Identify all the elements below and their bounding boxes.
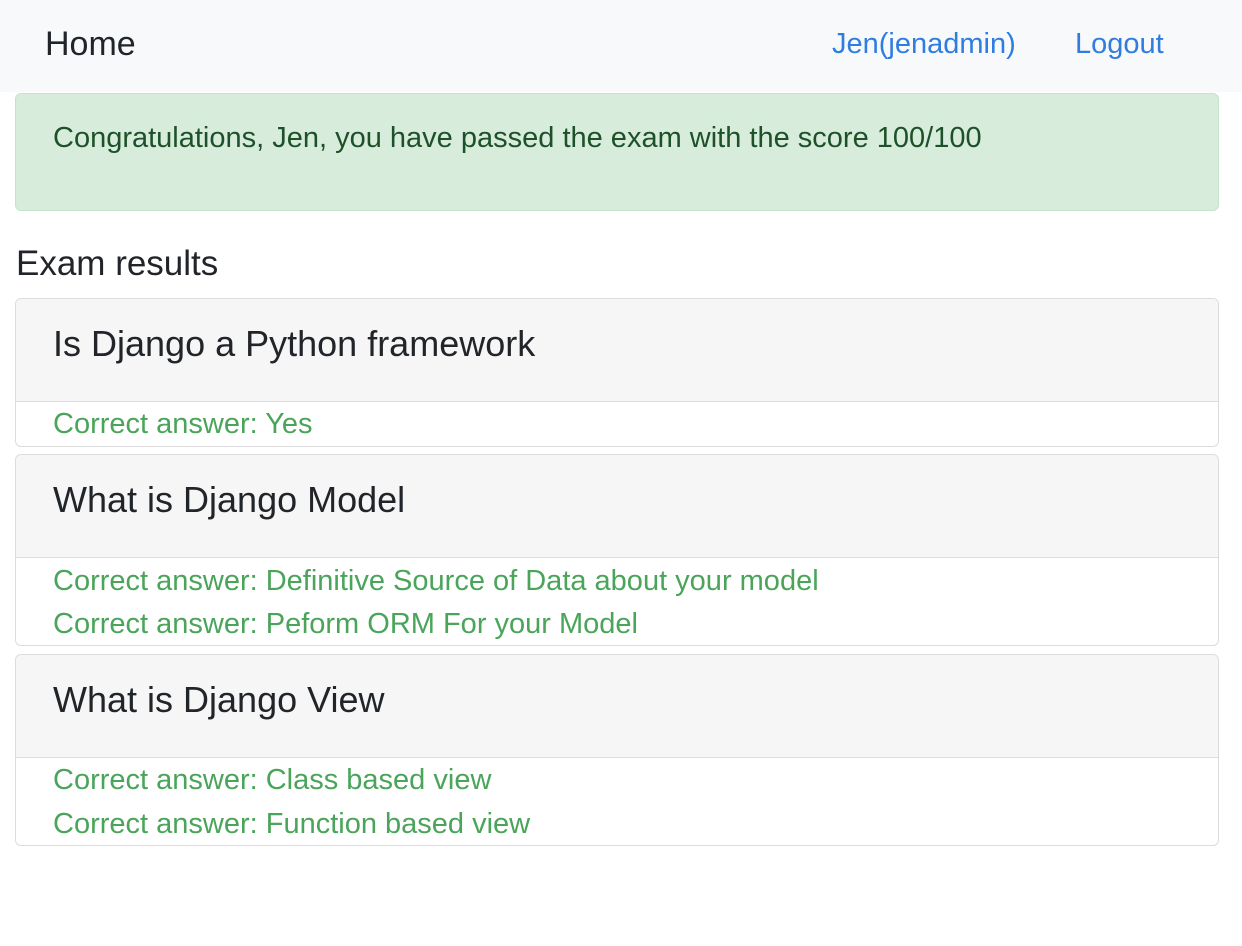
top-navbar: Home Jen(jenadmin) Logout: [0, 0, 1242, 92]
question-title: Is Django a Python framework: [53, 323, 536, 364]
correct-answer: Correct answer: Class based view: [53, 764, 492, 796]
correct-answer: Correct answer: Function based view: [53, 808, 531, 840]
question-card-header: What is Django Model: [16, 455, 1218, 558]
alert-message: Congratulations, Jen, you have passed th…: [53, 122, 982, 154]
question-title: What is Django View: [53, 679, 385, 720]
correct-answer: Correct answer: Peform ORM For your Mode…: [53, 608, 638, 640]
question-card-header: Is Django a Python framework: [16, 299, 1218, 402]
correct-answer: Correct answer: Definitive Source of Dat…: [53, 565, 819, 597]
correct-answer: Correct answer: Yes: [53, 408, 313, 440]
home-brand-link[interactable]: Home: [45, 24, 136, 64]
question-title: What is Django Model: [53, 479, 406, 520]
success-alert: Congratulations, Jen, you have passed th…: [15, 93, 1219, 211]
question-card: What is Django Model Correct answer: Def…: [15, 454, 1219, 646]
question-card: What is Django View Correct answer: Clas…: [15, 654, 1219, 846]
user-profile-link[interactable]: Jen(jenadmin): [832, 26, 1016, 62]
logout-link[interactable]: Logout: [1075, 26, 1164, 62]
question-card: Is Django a Python framework Correct ans…: [15, 298, 1219, 447]
exam-results-heading: Exam results: [16, 244, 219, 283]
question-card-header: What is Django View: [16, 655, 1218, 758]
